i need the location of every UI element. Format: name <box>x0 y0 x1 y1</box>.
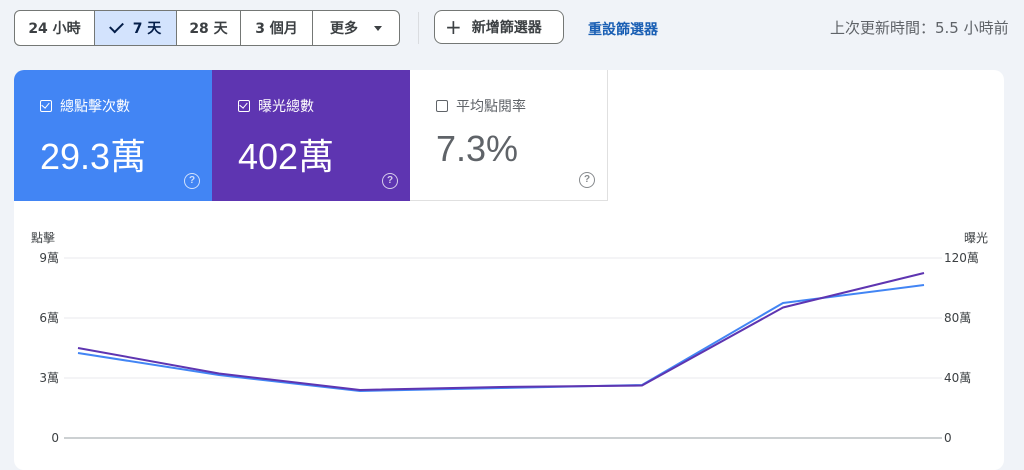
add-filter-button[interactable]: + 新增篩選器 <box>434 10 564 44</box>
add-filter-label: 新增篩選器 <box>471 20 542 36</box>
help-icon[interactable]: ? <box>184 173 200 189</box>
range-more-dropdown[interactable]: 更多 <box>313 11 399 45</box>
metric-label: 曝光總數 <box>258 99 314 115</box>
metric-value: 7.3% <box>436 128 519 169</box>
chart-gridlines <box>64 257 942 439</box>
metric-total-impressions[interactable]: 曝光總數 402萬 ? <box>212 70 410 201</box>
metric-value: 402萬 <box>238 136 335 177</box>
last-updated-text: 上次更新時間：5.5 小時前 <box>830 19 1009 37</box>
chart-series <box>77 272 925 392</box>
toolbar: 24 小時 7 天 28 天 3 個月 更多 + 新增篩選器 重設篩選器 上次更… <box>14 10 1024 46</box>
metric-tabs: 總點擊次數 29.3萬 ? 曝光總數 402萬 ? 平均點閱率 7.3% ? <box>14 70 608 201</box>
y-left-tick-label: 0 <box>51 431 59 445</box>
checkbox-checked-icon[interactable] <box>40 100 52 112</box>
y-right-axis-label: 曝光 <box>964 231 988 245</box>
y-right-tick-label: 120萬 <box>944 251 979 265</box>
checkbox-checked-icon[interactable] <box>238 100 250 112</box>
clicks-series-line <box>77 284 925 392</box>
range-3m-button[interactable]: 3 個月 <box>241 11 313 45</box>
y-left-tick-label: 6萬 <box>39 311 59 325</box>
date-range-selector: 24 小時 7 天 28 天 3 個月 更多 <box>14 10 400 46</box>
help-icon[interactable]: ? <box>579 172 595 188</box>
help-icon[interactable]: ? <box>382 173 398 189</box>
chart-ticks: 0 0 3萬 40萬 6萬 80萬 9萬 120萬 <box>39 251 979 445</box>
checkbox-unchecked-icon[interactable] <box>436 100 448 112</box>
plus-icon: + <box>445 15 462 39</box>
performance-card: 總點擊次數 29.3萬 ? 曝光總數 402萬 ? 平均點閱率 7.3% ? 點… <box>14 70 1004 470</box>
y-left-tick-label: 9萬 <box>39 251 59 265</box>
metric-label: 平均點閱率 <box>456 99 526 115</box>
toolbar-divider <box>418 12 419 44</box>
range-28d-button[interactable]: 28 天 <box>177 11 241 45</box>
reset-filter-link[interactable]: 重設篩選器 <box>588 19 658 39</box>
metric-label: 總點擊次數 <box>60 99 130 115</box>
range-24h-button[interactable]: 24 小時 <box>15 11 95 45</box>
y-left-axis-label: 點擊 <box>31 230 55 245</box>
y-left-tick-label: 3萬 <box>39 371 59 385</box>
y-right-tick-label: 0 <box>944 431 952 445</box>
performance-chart: 點擊 曝光 0 0 3萬 40萬 6萬 80萬 9萬 120萬 <box>31 230 988 445</box>
y-right-tick-label: 80萬 <box>944 311 971 325</box>
range-7d-button[interactable]: 7 天 <box>95 11 177 45</box>
metric-total-clicks[interactable]: 總點擊次數 29.3萬 ? <box>14 70 212 201</box>
caret-down-icon <box>374 25 382 31</box>
check-icon <box>108 18 124 34</box>
metric-average-ctr[interactable]: 平均點閱率 7.3% ? <box>410 70 608 201</box>
metric-value: 29.3萬 <box>40 136 147 177</box>
y-right-tick-label: 40萬 <box>944 371 971 385</box>
